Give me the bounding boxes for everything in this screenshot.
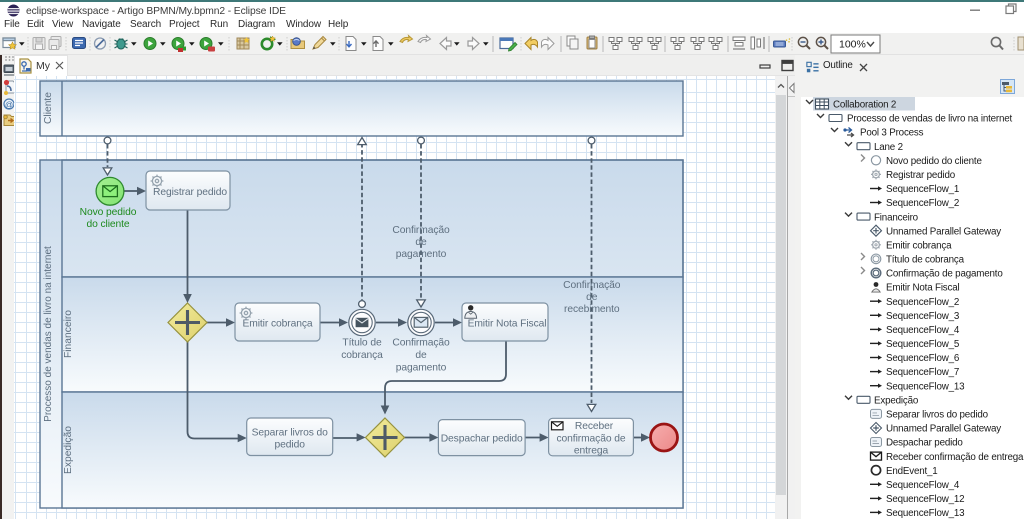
svg-text:Emitir cobrança: Emitir cobrança bbox=[242, 319, 312, 330]
svg-text:confirmação de: confirmação de bbox=[557, 434, 626, 445]
svg-text:Despachar pedido: Despachar pedido bbox=[886, 438, 963, 449]
svg-text:Registrar pedido: Registrar pedido bbox=[886, 170, 956, 181]
svg-text:Despachar pedido: Despachar pedido bbox=[441, 434, 523, 445]
svg-text:Receber confirmação de entrega: Receber confirmação de entrega bbox=[886, 452, 1024, 463]
svg-text:Pool 3 Process: Pool 3 Process bbox=[860, 128, 924, 139]
svg-text:Confirmação: Confirmação bbox=[563, 280, 621, 291]
svg-text:Novo pedido: Novo pedido bbox=[80, 207, 137, 218]
svg-text:pagamento: pagamento bbox=[396, 249, 447, 260]
svg-text:Cliente: Cliente bbox=[43, 92, 54, 124]
svg-text:SequenceFlow_12: SequenceFlow_12 bbox=[886, 494, 964, 505]
svg-text:Receber: Receber bbox=[575, 421, 614, 432]
svg-text:Emitir Nota Fiscal: Emitir Nota Fiscal bbox=[886, 283, 960, 294]
svg-text:Expedição: Expedição bbox=[874, 395, 919, 406]
svg-text:SequenceFlow_1: SequenceFlow_1 bbox=[886, 184, 959, 195]
svg-text:de: de bbox=[586, 292, 598, 303]
svg-text:Expedição: Expedição bbox=[63, 426, 74, 474]
svg-text:EndEvent_1: EndEvent_1 bbox=[886, 466, 938, 477]
svg-text:entrega: entrega bbox=[574, 446, 609, 457]
svg-text:Collaboration 2: Collaboration 2 bbox=[833, 100, 896, 111]
svg-text:SequenceFlow_4: SequenceFlow_4 bbox=[886, 325, 960, 336]
svg-text:SequenceFlow_2: SequenceFlow_2 bbox=[886, 297, 959, 308]
svg-text:pagamento: pagamento bbox=[396, 363, 447, 374]
svg-text:SequenceFlow_4: SequenceFlow_4 bbox=[886, 480, 960, 491]
svg-text:do cliente: do cliente bbox=[86, 219, 129, 230]
svg-text:Confirmação: Confirmação bbox=[392, 225, 450, 236]
svg-text:Título de cobrança: Título de cobrança bbox=[886, 255, 965, 266]
svg-text:cobrança: cobrança bbox=[341, 350, 383, 361]
svg-text:Separar livros do: Separar livros do bbox=[252, 428, 329, 439]
svg-text:SequenceFlow_6: SequenceFlow_6 bbox=[886, 353, 960, 364]
svg-text:SequenceFlow_7: SequenceFlow_7 bbox=[886, 367, 959, 378]
svg-text:Processo de vendas de livro na: Processo de vendas de livro na internet bbox=[43, 246, 54, 422]
svg-text:Novo pedido do cliente: Novo pedido do cliente bbox=[886, 156, 982, 167]
svg-text:Título de: Título de bbox=[342, 338, 382, 349]
svg-text:Emitir Nota Fiscal: Emitir Nota Fiscal bbox=[468, 319, 547, 330]
svg-text:SequenceFlow_13: SequenceFlow_13 bbox=[886, 508, 965, 519]
svg-text:Registrar pedido: Registrar pedido bbox=[153, 187, 227, 198]
svg-text:Confirmação de pagamento: Confirmação de pagamento bbox=[886, 269, 1003, 280]
svg-text:Unnamed Parallel Gateway: Unnamed Parallel Gateway bbox=[886, 226, 1001, 237]
svg-text:Emitir cobrança: Emitir cobrança bbox=[886, 241, 952, 252]
svg-text:Processo de vendas de livro na: Processo de vendas de livro na internet bbox=[847, 114, 1013, 125]
svg-text:100%: 100% bbox=[839, 39, 866, 51]
svg-text:SequenceFlow_13: SequenceFlow_13 bbox=[886, 381, 965, 392]
svg-text:SequenceFlow_2: SequenceFlow_2 bbox=[886, 198, 959, 209]
svg-text:SequenceFlow_5: SequenceFlow_5 bbox=[886, 339, 960, 350]
svg-text:Financeiro: Financeiro bbox=[63, 310, 74, 358]
svg-text:@: @ bbox=[5, 101, 13, 110]
svg-text:Separar livros do pedido: Separar livros do pedido bbox=[886, 410, 989, 421]
svg-text:pedido: pedido bbox=[275, 440, 306, 451]
svg-text:SequenceFlow_3: SequenceFlow_3 bbox=[886, 311, 960, 322]
svg-text:de: de bbox=[415, 350, 427, 361]
svg-text:Confirmação: Confirmação bbox=[392, 338, 450, 349]
svg-text:Unnamed Parallel Gateway: Unnamed Parallel Gateway bbox=[886, 424, 1001, 435]
svg-text:recebimento: recebimento bbox=[564, 304, 620, 315]
svg-text:de: de bbox=[415, 237, 427, 248]
svg-text:Lane 2: Lane 2 bbox=[874, 142, 903, 153]
svg-text:Financeiro: Financeiro bbox=[874, 212, 919, 223]
